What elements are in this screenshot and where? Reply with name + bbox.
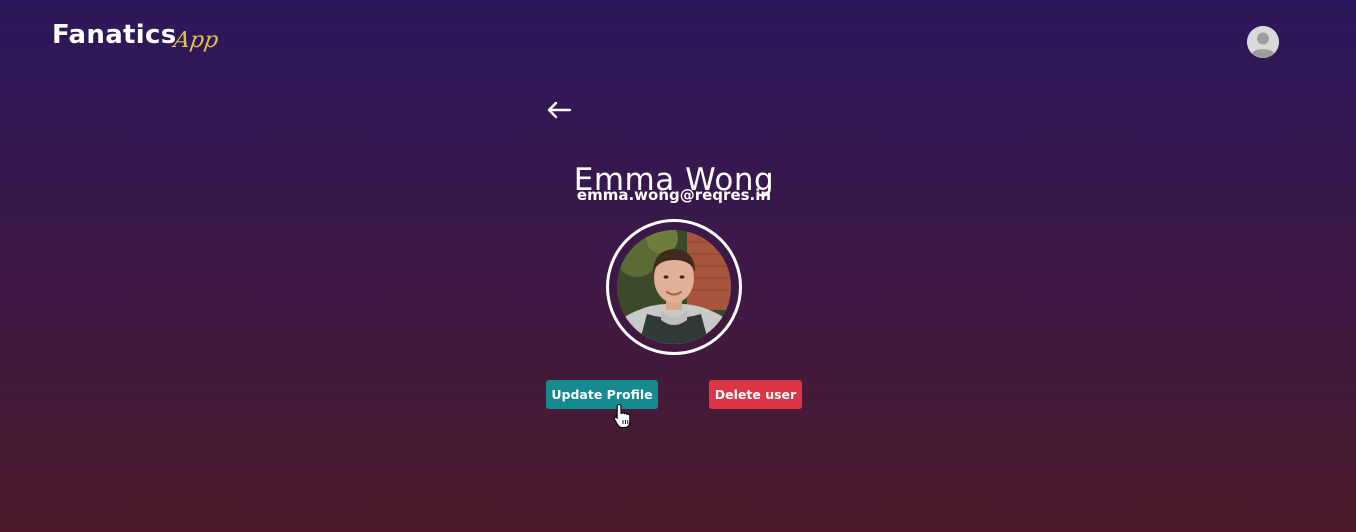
update-profile-button[interactable]: Update Profile xyxy=(546,380,658,409)
profile-photo-image xyxy=(617,230,731,344)
user-email: emma.wong@reqres.in xyxy=(576,186,772,204)
app-logo[interactable]: Fanatics App xyxy=(52,18,221,62)
profile-photo-frame xyxy=(606,219,742,355)
back-button[interactable] xyxy=(545,97,573,123)
profile-photo xyxy=(617,230,731,344)
arrow-left-icon xyxy=(547,101,572,119)
logo-text: Fanatics xyxy=(52,20,177,50)
delete-user-button[interactable]: Delete user xyxy=(709,380,802,409)
user-avatar-icon xyxy=(1247,26,1279,58)
logo-script-text: App xyxy=(172,28,221,53)
user-menu-button[interactable] xyxy=(1247,26,1279,58)
